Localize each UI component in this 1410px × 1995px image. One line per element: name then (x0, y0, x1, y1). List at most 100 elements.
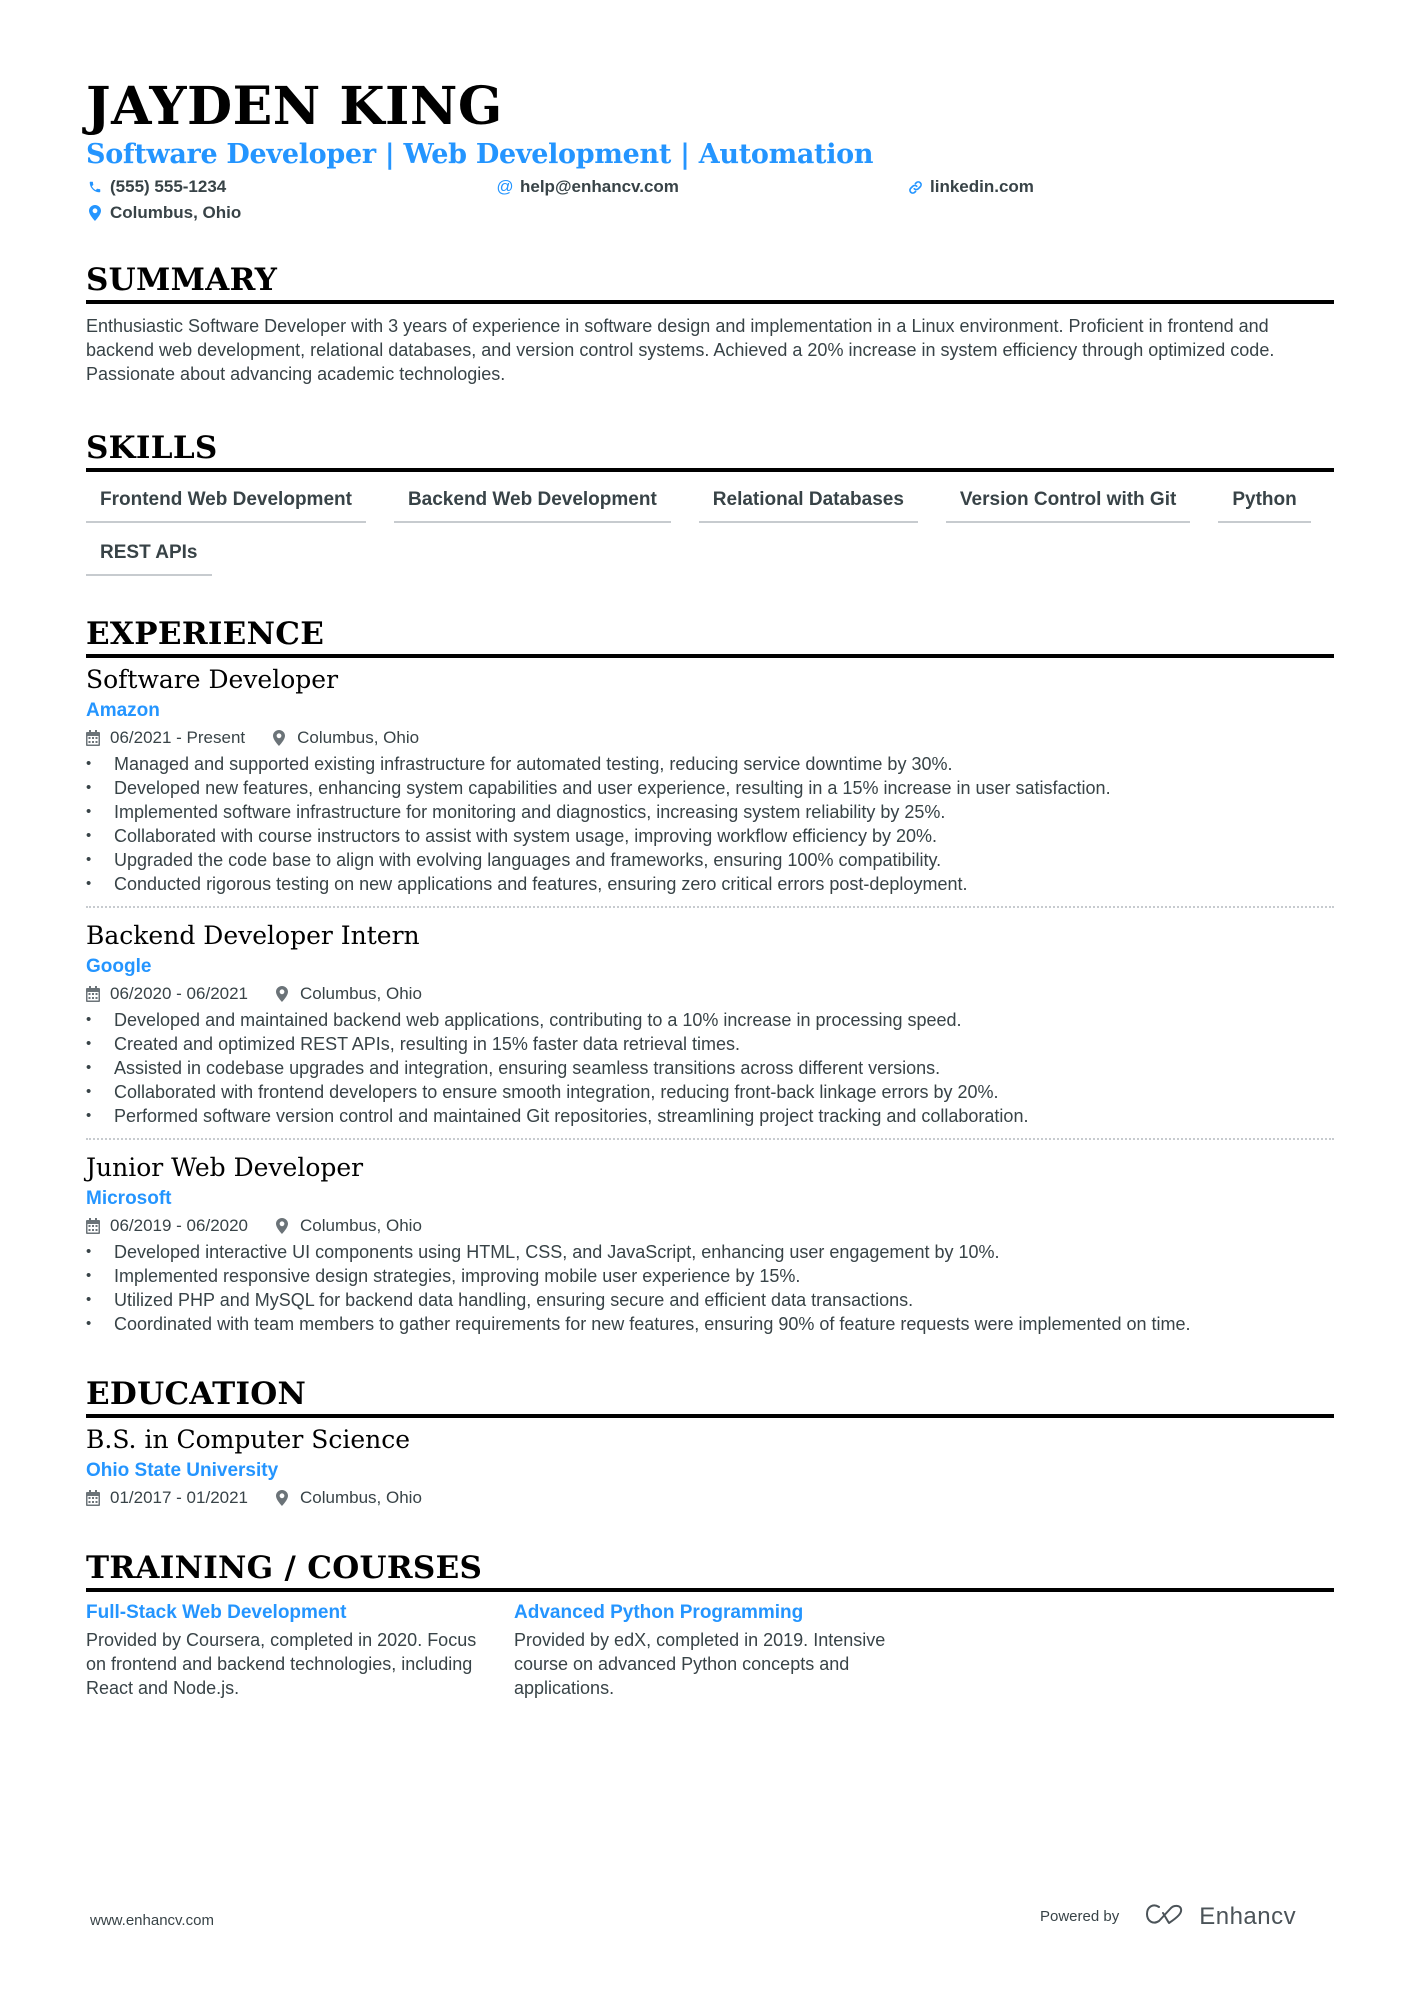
location-text: Columbus, Ohio (110, 203, 242, 222)
section-divider (86, 468, 1334, 472)
section-divider (86, 654, 1334, 658)
calendar-icon (86, 1490, 102, 1506)
bullet-item: Collaborated with frontend developers to… (86, 1080, 1334, 1104)
bullet-item: Performed software version control and m… (86, 1104, 1334, 1128)
course-title: Advanced Python Programming (514, 1602, 804, 1623)
brand-name: Enhancv (1199, 1902, 1297, 1930)
skill-tag: Version Control with Git (945, 484, 1191, 523)
powered-by-label: Powered by (1040, 1908, 1120, 1925)
summary-text: Enthusiastic Software Developer with 3 y… (86, 316, 1275, 384)
section-divider (86, 1588, 1334, 1592)
job-meta: 06/2020 - 06/2021 Columbus, Ohio (86, 982, 1334, 1006)
section-title-experience: EXPERIENCE (86, 616, 325, 652)
contact-location: Columbus, Ohio (86, 202, 496, 224)
location-pin-icon (276, 1490, 292, 1506)
location-pin-icon (276, 1218, 292, 1234)
bullet-item: Upgraded the code base to align with evo… (86, 848, 1334, 872)
job-bullets: Developed interactive UI components usin… (86, 1240, 1334, 1336)
training-section: TRAINING / COURSES Full-Stack Web Develo… (86, 1550, 1334, 1700)
linkedin-link[interactable]: linkedin.com (930, 177, 1034, 197)
job-title: Backend Developer Intern (86, 921, 420, 950)
bullet-item: Managed and supported existing infrastru… (86, 752, 1334, 776)
contact-linkedin: linkedin.com (906, 176, 1316, 198)
bullet-item: Developed and maintained backend web app… (86, 1008, 1334, 1032)
section-title-education: EDUCATION (86, 1376, 307, 1412)
section-title-summary: SUMMARY (86, 262, 278, 298)
bullet-item: Developed new features, enhancing system… (86, 776, 1334, 800)
job-bullets: Managed and supported existing infrastru… (86, 752, 1334, 896)
experience-entry: Backend Developer Intern Google 06/2020 … (86, 920, 1334, 1128)
phone-number: (555) 555-1234 (110, 177, 227, 196)
education-meta: 01/2017 - 01/2021 Columbus, Ohio (86, 1486, 1334, 1510)
phone-icon (86, 178, 104, 196)
contact-email: @ help@enhancv.com (496, 176, 906, 198)
school-name: Ohio State University (86, 1460, 279, 1481)
bullet-item: Coordinated with team members to gather … (86, 1312, 1334, 1336)
course-title: Full-Stack Web Development (86, 1602, 347, 1623)
job-meta: 06/2021 - Present Columbus, Ohio (86, 726, 1334, 750)
education-dates: 01/2017 - 01/2021 (110, 1488, 249, 1507)
bullet-item: Implemented responsive design strategies… (86, 1264, 1334, 1288)
contact-info: (555) 555-1234 @ help@enhancv.com linked… (86, 176, 1334, 224)
course-description: Provided by Coursera, completed in 2020.… (86, 1630, 477, 1698)
job-location: Columbus, Ohio (297, 728, 420, 747)
email-link[interactable]: help@enhancv.com (520, 177, 679, 197)
enhancv-logo-icon (1145, 1902, 1189, 1931)
degree-title: B.S. in Computer Science (86, 1425, 411, 1454)
bullet-item: Collaborated with course instructors to … (86, 824, 1334, 848)
company-name: Google (86, 956, 152, 977)
company-name: Amazon (86, 700, 160, 721)
footer-branding: Powered by Enhancv (1040, 1902, 1296, 1931)
course-entry: Advanced Python Programming Provided by … (514, 1600, 914, 1700)
skill-tag: Backend Web Development (393, 484, 671, 523)
course-entry: Full-Stack Web Development Provided by C… (86, 1600, 486, 1700)
job-title: Software Developer (86, 665, 339, 694)
location-pin-icon (276, 986, 292, 1002)
bullet-item: Assisted in codebase upgrades and integr… (86, 1056, 1334, 1080)
job-meta: 06/2019 - 06/2020 Columbus, Ohio (86, 1214, 1334, 1238)
section-divider (86, 300, 1334, 304)
courses-list: Full-Stack Web Development Provided by C… (86, 1600, 1334, 1700)
job-dates: 06/2019 - 06/2020 (110, 1216, 249, 1235)
education-section: EDUCATION B.S. in Computer Science Ohio … (86, 1376, 1334, 1510)
education-location: Columbus, Ohio (300, 1488, 422, 1507)
bullet-item: Conducted rigorous testing on new applic… (86, 872, 1334, 896)
skills-list: Frontend Web Development Backend Web Dev… (86, 484, 1334, 576)
location-pin-icon (273, 730, 289, 746)
job-location: Columbus, Ohio (300, 1216, 422, 1235)
location-pin-icon (86, 204, 104, 222)
job-dates: 06/2021 - Present (110, 728, 246, 747)
calendar-icon (86, 730, 102, 746)
summary-section: SUMMARY Enthusiastic Software Developer … (86, 262, 1334, 386)
calendar-icon (86, 986, 102, 1002)
experience-entry: Software Developer Amazon 06/2021 - Pres… (86, 664, 1334, 896)
entry-divider (86, 1138, 1334, 1140)
candidate-name: JAYDEN KING (86, 76, 503, 137)
skill-tag: REST APIs (86, 537, 212, 576)
experience-entry: Junior Web Developer Microsoft 06/2019 -… (86, 1152, 1334, 1336)
at-icon: @ (496, 177, 514, 196)
job-bullets: Developed and maintained backend web app… (86, 1008, 1334, 1128)
link-icon (906, 178, 924, 196)
bullet-item: Created and optimized REST APIs, resulti… (86, 1032, 1334, 1056)
bullet-item: Implemented software infrastructure for … (86, 800, 1334, 824)
section-title-training: TRAINING / COURSES (86, 1550, 483, 1586)
experience-section: EXPERIENCE Software Developer Amazon 06/… (86, 616, 1334, 1336)
calendar-icon (86, 1218, 102, 1234)
job-location: Columbus, Ohio (300, 984, 422, 1003)
section-divider (86, 1414, 1334, 1418)
skill-tag: Relational Databases (698, 484, 918, 523)
candidate-headline: Software Developer | Web Development | A… (86, 139, 874, 170)
bullet-item: Utilized PHP and MySQL for backend data … (86, 1288, 1334, 1312)
entry-divider (86, 906, 1334, 908)
job-title: Junior Web Developer (86, 1153, 364, 1182)
job-dates: 06/2020 - 06/2021 (110, 984, 249, 1003)
footer-website[interactable]: www.enhancv.com (90, 1912, 214, 1929)
contact-phone: (555) 555-1234 (86, 176, 496, 198)
section-title-skills: SKILLS (86, 430, 218, 466)
company-name: Microsoft (86, 1188, 172, 1209)
skill-tag: Frontend Web Development (86, 484, 366, 523)
skill-tag: Python (1218, 484, 1311, 523)
resume-header: JAYDEN KING Software Developer | Web Dev… (86, 78, 1334, 224)
course-description: Provided by edX, completed in 2019. Inte… (514, 1630, 886, 1698)
